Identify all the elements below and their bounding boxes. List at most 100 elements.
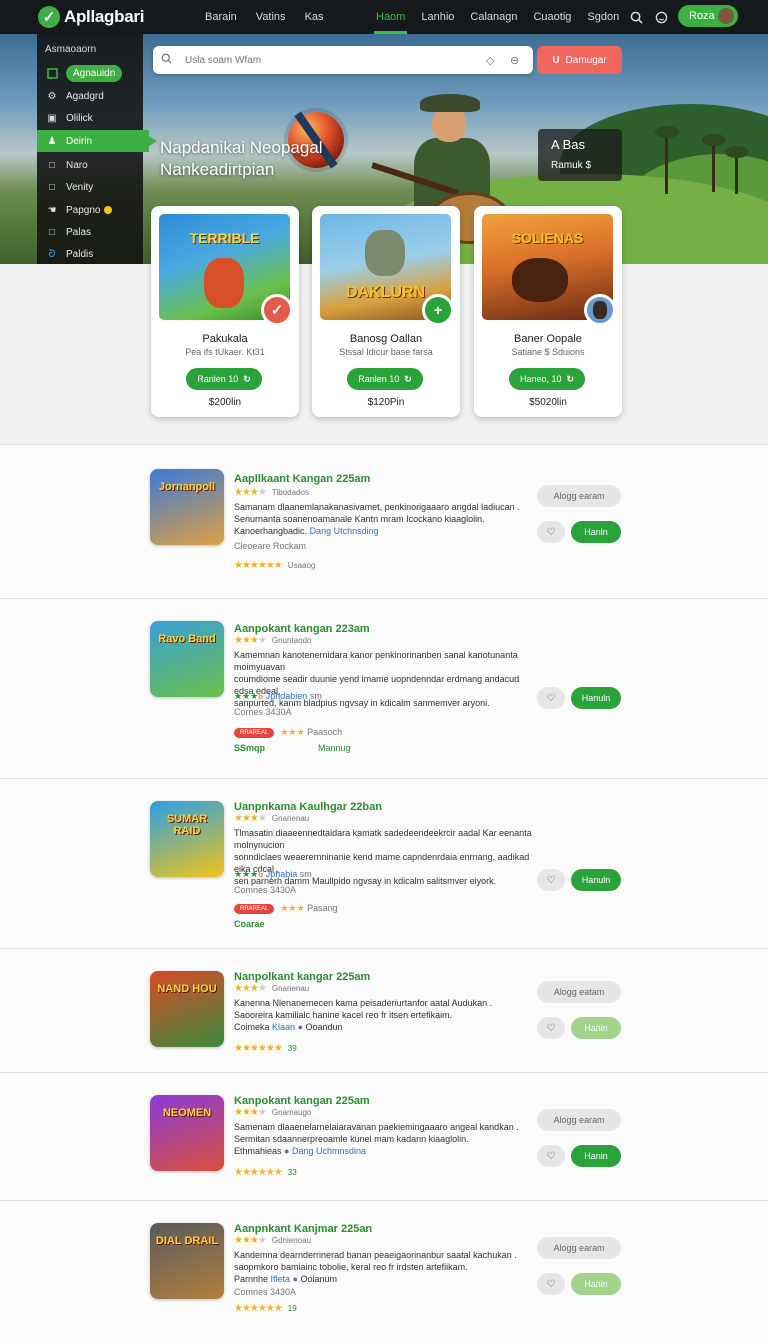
- sidebar-item-label: Deirin: [66, 135, 93, 147]
- app-thumbnail[interactable]: Jornanpoll: [150, 469, 224, 545]
- app-title[interactable]: Nanpolkant kangar 225am: [234, 971, 370, 983]
- featured-name: Banosg Oallan: [349, 333, 423, 345]
- sidebar-item-3[interactable]: ▣ Olilick: [37, 107, 143, 129]
- nav-link[interactable]: Vatins: [256, 11, 286, 23]
- hero-title: Napdanikai Neopagal Nankeadirtpian: [160, 138, 323, 179]
- heart-icon[interactable]: ♡: [537, 687, 565, 709]
- app-thumbnail[interactable]: NAND HOU: [150, 971, 224, 1047]
- sidebar-item-2[interactable]: ⚙ Agadgrd: [37, 85, 143, 107]
- app-title[interactable]: Aanpokant kangan 223am: [234, 623, 370, 635]
- app-thumbnail[interactable]: Ravo Band: [150, 621, 224, 697]
- check-icon: ✓: [38, 6, 60, 28]
- install-button[interactable]: Hanin: [571, 1273, 621, 1295]
- app-footer-left: Coarae: [234, 919, 265, 929]
- featured-install-button[interactable]: Ranlen 10 ↻: [186, 368, 262, 390]
- app-title[interactable]: Aanpnkant Kanjmar 225an: [234, 1223, 372, 1235]
- tag-icon[interactable]: ◇: [486, 46, 494, 74]
- app-link[interactable]: Dang Utchnsding: [310, 526, 379, 536]
- sidebar-item-9[interactable]: ᘐ Paldis: [37, 243, 143, 265]
- sidebar-item-8[interactable]: □ Palas: [37, 221, 143, 243]
- sidebar-item-7[interactable]: ☚ Papgno: [37, 199, 143, 221]
- rating-stars: ★★★★★★ 33: [234, 1167, 297, 1178]
- heart-icon[interactable]: ♡: [537, 521, 565, 543]
- install-button[interactable]: Hanin: [571, 1017, 621, 1039]
- app-thumbnail[interactable]: NEOMEN: [150, 1095, 224, 1171]
- search-icon[interactable]: [626, 0, 646, 34]
- install-button[interactable]: Hanln: [571, 521, 621, 543]
- add-badge-icon: +: [422, 294, 454, 326]
- heart-icon[interactable]: ♡: [537, 869, 565, 891]
- app-link[interactable]: Ifleta: [271, 1274, 291, 1284]
- app-logo[interactable]: ✓ Apllagbari: [38, 0, 144, 34]
- sidebar-item-label: Venity: [66, 181, 94, 193]
- tab-4[interactable]: Cuaotig: [525, 0, 579, 34]
- heart-icon[interactable]: ♡: [537, 1145, 565, 1167]
- nav-link[interactable]: Kas: [305, 11, 324, 23]
- app-meta: Comnes 3430A: [234, 1287, 297, 1297]
- sidebar-item-label: Papgno: [66, 204, 101, 216]
- status-badge: RRAREAL: [234, 727, 275, 738]
- app-meta-line: ★★★6 Jphabia sm: [234, 869, 312, 879]
- app-title[interactable]: Uanpnkama Kaulhgar 22ban: [234, 801, 382, 813]
- featured-card[interactable]: SOLIENAS Baner Oopale Satiane $ Sduions …: [474, 206, 622, 417]
- account-button[interactable]: Roza: [678, 5, 738, 27]
- sidebar-item-label: Naro: [66, 159, 88, 171]
- palm-tree: [702, 134, 726, 192]
- featured-card[interactable]: DAKLURN + Banosg Oallan Stssal Idicur ba…: [312, 206, 460, 417]
- list-item: NEOMEN Kanpokant kangan 225am ★★★★ Gnamau…: [0, 1072, 768, 1200]
- secondary-button[interactable]: Alogg eatam: [537, 981, 621, 1003]
- settings-icon[interactable]: ⊖: [510, 46, 519, 74]
- featured-sub: Pea ifs tUkaer. Kt31: [185, 347, 265, 357]
- app-link[interactable]: Klaan: [272, 1022, 295, 1032]
- tab-5[interactable]: Sgdon: [579, 0, 627, 34]
- install-button[interactable]: Hanuln: [571, 869, 621, 891]
- app-thumbnail[interactable]: SUMAR RAID: [150, 801, 224, 877]
- hero-promo-box[interactable]: A Bas Ramuk $: [538, 129, 622, 181]
- smiley-icon[interactable]: [651, 0, 671, 34]
- tab-2[interactable]: Lanhio: [413, 0, 462, 34]
- featured-install-button[interactable]: Ranlen 10 ↻: [347, 368, 423, 390]
- sidebar-item-label: Palas: [66, 226, 92, 238]
- sidebar-item-1[interactable]: Agnauidn: [37, 62, 143, 84]
- app-link[interactable]: Dang Uchmnsdina: [292, 1146, 366, 1156]
- featured-price: $120Pin: [367, 397, 405, 408]
- top-bar: ✓ Apllagbari Barain Vatins Kas Haom Lanh…: [0, 0, 768, 34]
- sidebar-item-5[interactable]: □ Naro: [37, 154, 143, 176]
- app-footer-left: SSmqp: [234, 743, 266, 753]
- rating-stars: ★★★★★★ 39: [234, 1043, 297, 1054]
- download-button[interactable]: U Damugar: [537, 46, 622, 74]
- nav-link[interactable]: Barain: [205, 11, 237, 23]
- install-button[interactable]: Hanuln: [571, 687, 621, 709]
- rating-stars: ★★★★ Tibodados: [234, 487, 309, 498]
- download-icon: U: [552, 54, 560, 66]
- install-button[interactable]: Hanin: [571, 1145, 621, 1167]
- rating-stars: ★★★★ Gnanenau: [234, 983, 310, 994]
- account-label: Roza: [689, 10, 715, 22]
- app-thumbnail[interactable]: DIAL DRAIL: [150, 1223, 224, 1299]
- list-item: Ravo Band Aanpokant kangan 223am ★★★★ Gnu…: [0, 598, 768, 778]
- secondary-button[interactable]: Alogg earam: [537, 485, 621, 507]
- heart-icon[interactable]: ♡: [537, 1273, 565, 1295]
- status-badge: RRAREAL: [234, 903, 275, 914]
- sidebar-item-4[interactable]: ♟ Deirin: [37, 130, 157, 152]
- sidebar-item-label: Olilick: [66, 112, 93, 124]
- secondary-button[interactable]: Alogg earam: [537, 1237, 621, 1259]
- tab-3[interactable]: Calanagn: [462, 0, 525, 34]
- hero-box-title: A Bas: [551, 137, 585, 152]
- rating-stars: ★★★★ Gdnienoau: [234, 1235, 312, 1246]
- check-badge-icon: ✓: [261, 294, 293, 326]
- search-input[interactable]: [185, 54, 465, 66]
- heart-icon[interactable]: ♡: [537, 1017, 565, 1039]
- featured-price: $5020lin: [529, 397, 567, 408]
- featured-card[interactable]: TERRIBLE ✓ Pakukala Pea ifs tUkaer. Kt31…: [151, 206, 299, 417]
- featured-install-button[interactable]: Haneo, 10 ↻: [509, 368, 585, 390]
- secondary-button[interactable]: Alogg earam: [537, 1109, 621, 1131]
- app-list: Jornanpoll Aapllkaant Kangan 225am ★★★★ T…: [0, 444, 768, 1344]
- palm-tree: [655, 126, 679, 194]
- featured-name: Baner Oopale: [514, 333, 582, 345]
- app-title[interactable]: Kanpokant kangan 225am: [234, 1095, 370, 1107]
- tab-home[interactable]: Haom: [368, 0, 413, 34]
- sidebar-item-6[interactable]: □ Venity: [37, 176, 143, 198]
- app-description: Samenam dlaaenelarnelaiaravanan paekiemi…: [234, 1122, 519, 1156]
- app-title[interactable]: Aapllkaant Kangan 225am: [234, 473, 370, 485]
